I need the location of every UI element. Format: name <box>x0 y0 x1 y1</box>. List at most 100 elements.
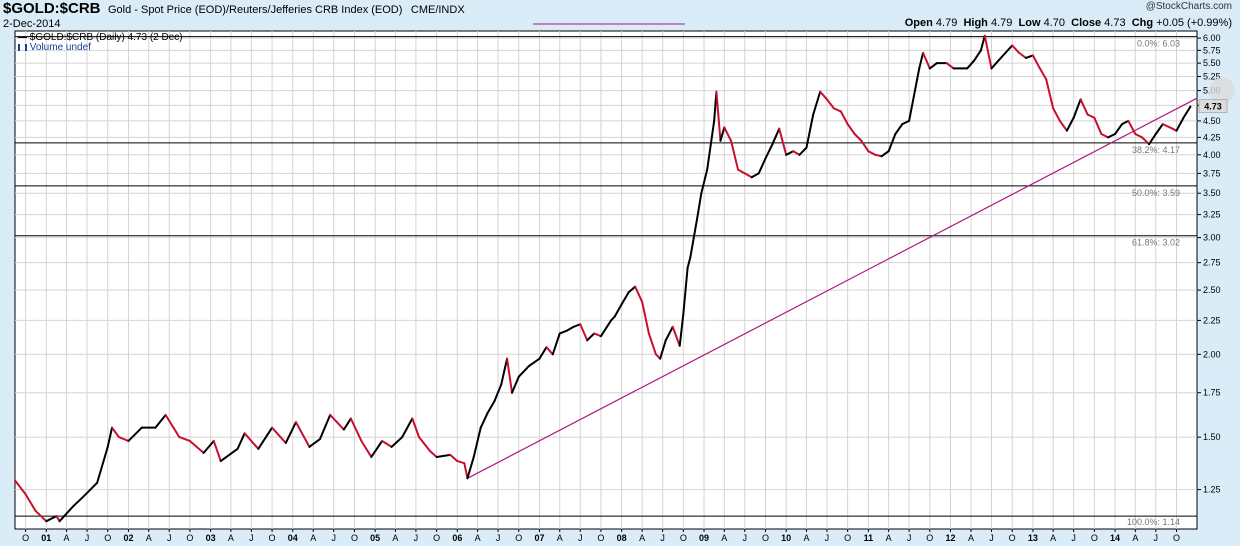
watermark: @StockCharts.com <box>1145 1 1232 12</box>
high-value: 4.79 <box>990 17 1013 29</box>
x-tick-label: J <box>1154 533 1159 543</box>
fib-level-label: 61.8%: 3.02 <box>1132 238 1180 248</box>
x-tick-label: A <box>968 533 974 543</box>
x-tick-label: 02 <box>123 533 133 543</box>
x-tick-label: O <box>926 533 933 543</box>
y-tick-label: 3.50 <box>1203 188 1221 198</box>
fib-level-label: 100.0%: 1.14 <box>1127 517 1180 527</box>
x-tick-label: 03 <box>206 533 216 543</box>
chart-canvas: 0.0%: 6.03 38.2%: 4.17 50.0%: 3.59 61.8%: 3… <box>14 23 1235 543</box>
y-tick-label: 3.00 <box>1203 233 1221 243</box>
x-tick-label: O <box>515 533 522 543</box>
x-tick-label: A <box>639 533 645 543</box>
x-tick-label: A <box>1050 533 1056 543</box>
x-tick-label: O <box>1173 533 1180 543</box>
x-tick-label: O <box>186 533 193 543</box>
x-tick-label: 13 <box>1028 533 1038 543</box>
volume-bars-icon <box>18 43 27 51</box>
x-tick-label: J <box>331 533 336 543</box>
y-tick-label: 4.50 <box>1203 116 1221 126</box>
x-tick-label: J <box>825 533 830 543</box>
x-tick-label: J <box>989 533 994 543</box>
x-tick-label: A <box>1132 533 1138 543</box>
chart-header: $GOLD:$CRB Gold - Spot Price (EOD)/Reute… <box>3 0 465 18</box>
x-tick-label: 10 <box>781 533 791 543</box>
x-tick-label: J <box>578 533 583 543</box>
chart-frame: 0.0%: 6.03 38.2%: 4.17 50.0%: 3.59 61.8%: 3… <box>0 0 1240 546</box>
fib-level-label: 38.2%: 4.17 <box>1132 145 1180 155</box>
x-tick-label: J <box>414 533 419 543</box>
x-tick-label: 14 <box>1110 533 1120 543</box>
chg-value: +0.05 (+0.99%) <box>1156 17 1232 29</box>
x-tick-label: J <box>1071 533 1076 543</box>
x-tick-label: O <box>351 533 358 543</box>
x-tick-label: A <box>64 533 70 543</box>
y-tick-label: 5.50 <box>1203 58 1221 68</box>
fib-level-label: 0.0%: 6.03 <box>1137 39 1180 49</box>
x-tick-label: 11 <box>864 533 874 543</box>
legend-line-icon <box>18 36 27 38</box>
low-value: 4.70 <box>1043 17 1065 29</box>
y-tick-label: 4.00 <box>1203 150 1221 160</box>
high-label: High <box>963 17 988 29</box>
legend-volume-label: Volume undef <box>29 42 91 53</box>
x-tick-label: 08 <box>617 533 627 543</box>
chart-exchange: CME/INDX <box>410 4 465 16</box>
close-value: 4.73 <box>1104 17 1126 29</box>
y-tick-label: 3.25 <box>1203 210 1221 220</box>
x-tick-label: A <box>803 533 809 543</box>
x-tick-label: A <box>146 533 152 543</box>
x-tick-label: O <box>1091 533 1098 543</box>
chg-label: Chg <box>1131 17 1154 29</box>
x-tick-label: A <box>475 533 481 543</box>
x-tick-label: O <box>844 533 851 543</box>
y-tick-label: 1.75 <box>1203 388 1221 398</box>
y-tick-label: 2.25 <box>1203 315 1221 325</box>
x-tick-label: O <box>433 533 440 543</box>
x-tick-label: O <box>1009 533 1016 543</box>
last-value-label: 4.73 <box>1204 102 1222 112</box>
x-tick-label: 09 <box>699 533 709 543</box>
x-tick-label: 07 <box>534 533 544 543</box>
x-tick-label: 01 <box>41 533 51 543</box>
x-tick-label: O <box>104 533 111 543</box>
x-tick-label: J <box>496 533 501 543</box>
y-tick-label: 3.75 <box>1203 168 1221 178</box>
y-tick-label: 4.25 <box>1203 132 1221 142</box>
x-tick-label: J <box>743 533 748 543</box>
chart-date: 2-Dec-2014 <box>3 18 61 30</box>
x-tick-label: A <box>392 533 398 543</box>
y-tick-label: 5.75 <box>1203 45 1221 55</box>
y-tick-label: 6.00 <box>1203 33 1221 43</box>
y-tick-label: 2.75 <box>1203 258 1221 268</box>
x-tick-label: O <box>22 533 29 543</box>
x-tick-label: 06 <box>452 533 462 543</box>
x-tick-label: J <box>167 533 172 543</box>
x-tick-label: O <box>680 533 687 543</box>
y-tick-label: 2.50 <box>1203 285 1221 295</box>
chart-symbol: $GOLD:$CRB <box>3 0 101 17</box>
chart-description: Gold - Spot Price (EOD)/Reuters/Jefferie… <box>107 4 403 16</box>
open-value: 4.79 <box>935 17 958 29</box>
legend-volume: Volume undef <box>18 42 91 53</box>
y-tick-label: 1.25 <box>1203 485 1221 495</box>
ohlc-readout: Open 4.79 High 4.79 Low 4.70 Close 4.73 … <box>905 17 1232 29</box>
x-tick-label: 12 <box>946 533 956 543</box>
fib-level-label: 50.0%: 3.59 <box>1132 188 1180 198</box>
x-tick-label: 05 <box>370 533 380 543</box>
y-tick-label: 2.00 <box>1203 349 1221 359</box>
x-tick-label: A <box>228 533 234 543</box>
open-label: Open <box>904 17 933 29</box>
x-tick-label: 04 <box>288 533 298 543</box>
x-tick-label: A <box>557 533 563 543</box>
x-tick-label: O <box>762 533 769 543</box>
x-tick-label: J <box>85 533 90 543</box>
close-label: Close <box>1071 17 1102 29</box>
x-tick-label: O <box>269 533 276 543</box>
x-tick-label: J <box>907 533 912 543</box>
x-tick-label: A <box>310 533 316 543</box>
x-axis: O 01 A J O 02 A J O 03 A J O 04 A J O 05 A J O 06 A J O 07 A J O 08 A J… <box>22 529 1180 543</box>
x-tick-label: J <box>660 533 665 543</box>
x-tick-label: A <box>886 533 892 543</box>
x-tick-label: J <box>249 533 254 543</box>
